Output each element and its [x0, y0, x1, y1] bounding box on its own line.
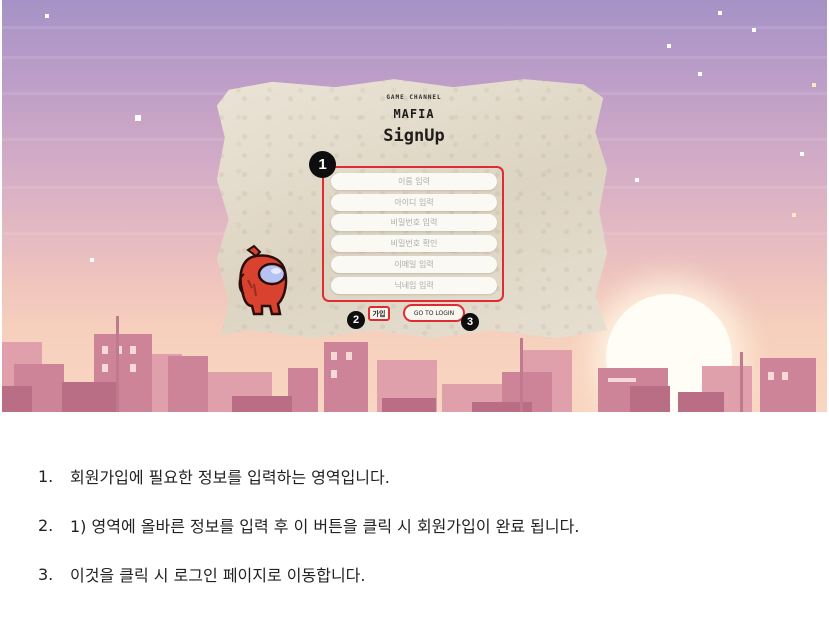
password-input[interactable] [331, 214, 497, 231]
window [782, 372, 788, 380]
among-us-crewmate-icon [238, 244, 288, 316]
star-icon [667, 44, 671, 48]
building [2, 386, 32, 412]
email-input[interactable] [331, 256, 497, 273]
star-icon [45, 14, 49, 18]
building [678, 392, 724, 412]
sky-stripe [2, 26, 827, 29]
star-icon [90, 258, 94, 262]
window [331, 370, 337, 378]
crane [116, 316, 119, 412]
window [102, 364, 108, 372]
join-button[interactable]: 가입 [368, 306, 390, 321]
go-to-login-button[interactable]: GO TO LOGIN [403, 304, 465, 322]
building [760, 358, 816, 412]
star-icon [752, 28, 756, 32]
building [472, 402, 532, 412]
list-text: 회원가입에 필요한 정보를 입력하는 영역입니다. [70, 468, 390, 487]
star-icon [792, 213, 796, 217]
star-icon [812, 83, 816, 87]
window [102, 346, 108, 354]
star-icon [698, 72, 702, 76]
window [130, 346, 136, 354]
brand-subtitle: GAME CHANNEL [386, 94, 442, 101]
annotation-badge-2: 2 [347, 311, 365, 329]
building [288, 368, 318, 412]
sky-stripe [2, 56, 827, 59]
list-number: 2. [38, 515, 54, 535]
list-number: 1. [38, 466, 54, 486]
star-icon [718, 11, 722, 15]
password-confirm-input[interactable] [331, 235, 497, 252]
name-input[interactable] [331, 173, 497, 190]
page-title: SignUp [383, 126, 445, 146]
star-icon [635, 178, 639, 182]
list-item: 3. 이것을 클릭 시 로그인 페이지로 이동합니다. [38, 561, 365, 587]
window [130, 364, 136, 372]
id-input[interactable] [331, 194, 497, 211]
list-text: 1) 영역에 올바른 정보를 입력 후 이 버튼을 클릭 시 회원가입이 완료 … [70, 517, 580, 536]
building [62, 382, 116, 412]
list-item: 2. 1) 영역에 올바른 정보를 입력 후 이 버튼을 클릭 시 회원가입이 … [38, 512, 579, 538]
window [768, 372, 774, 380]
list-text: 이것을 클릭 시 로그인 페이지로 이동합니다. [70, 566, 366, 585]
building [232, 396, 292, 412]
brand-title: MAFIA [393, 107, 435, 121]
building [382, 398, 436, 412]
list-number: 3. [38, 564, 54, 584]
window [331, 352, 337, 360]
window [608, 378, 636, 382]
annotation-badge-1: 1 [309, 151, 336, 178]
building [630, 386, 670, 412]
list-item: 1. 회원가입에 필요한 정보를 입력하는 영역입니다. [38, 463, 390, 489]
antenna [740, 352, 743, 412]
antenna [520, 338, 523, 412]
building [324, 342, 368, 412]
nickname-input[interactable] [331, 277, 497, 294]
star-icon [800, 152, 804, 156]
star-icon [135, 115, 141, 121]
building [168, 356, 208, 412]
window [346, 352, 352, 360]
annotation-badge-3: 3 [461, 313, 479, 331]
